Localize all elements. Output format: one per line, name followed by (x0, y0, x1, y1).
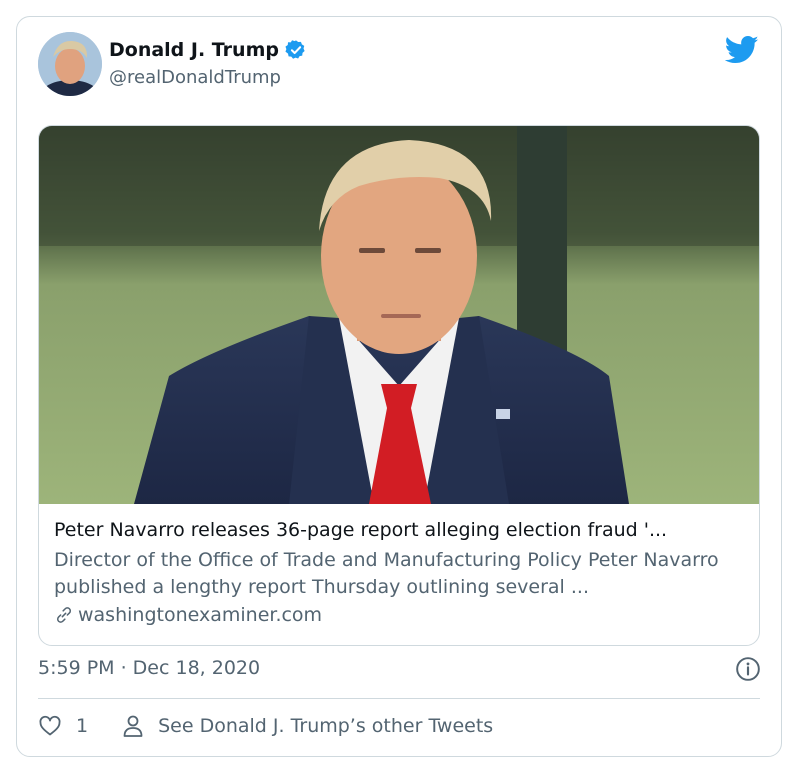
avatar[interactable] (38, 32, 102, 96)
link-preview-card[interactable]: Peter Navarro releases 36-page report al… (38, 125, 760, 646)
divider (38, 698, 760, 699)
tweet-timestamp[interactable]: 5:59 PM · Dec 18, 2020 (38, 657, 260, 679)
heart-icon (39, 715, 61, 736)
like-count: 1 (76, 715, 89, 737)
twitter-bird-icon[interactable] (725, 35, 759, 65)
author-handle[interactable]: @realDonaldTrump (109, 67, 281, 88)
other-tweets-label[interactable]: See Donald J. Trump’s other Tweets (158, 715, 493, 737)
verified-badge-icon (285, 40, 305, 59)
person-icon (123, 715, 143, 737)
tweet-embed[interactable]: Donald J. Trump @realDonaldTrump Peter N… (16, 16, 782, 757)
link-domain[interactable]: washingtonexaminer.com (54, 604, 745, 626)
author-name[interactable]: Donald J. Trump (109, 39, 307, 61)
link-title[interactable]: Peter Navarro releases 36-page report al… (54, 517, 745, 543)
tweet-actions: 1 See Donald J. Trump’s other Tweets (38, 714, 493, 738)
info-icon[interactable] (735, 656, 761, 682)
link-description: Director of the Office of Trade and Manu… (54, 549, 719, 598)
link-text[interactable]: Peter Navarro releases 36-page report al… (54, 517, 745, 626)
link-domain-text[interactable]: washingtonexaminer.com (78, 604, 322, 626)
link-icon (56, 607, 72, 623)
article-photo[interactable] (39, 126, 760, 504)
other-tweets-link[interactable]: See Donald J. Trump’s other Tweets (122, 714, 493, 738)
author-name-text[interactable]: Donald J. Trump (109, 39, 279, 61)
like-button[interactable]: 1 (38, 714, 88, 738)
